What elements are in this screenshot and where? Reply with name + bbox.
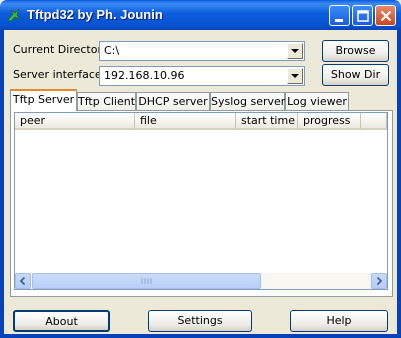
tab-syslog-server[interactable]: Syslog server — [210, 92, 285, 110]
settings-button[interactable]: Settings — [148, 310, 252, 332]
scroll-left-button[interactable] — [15, 273, 31, 289]
help-button[interactable]: Help — [290, 310, 388, 332]
chevron-down-icon — [291, 74, 299, 78]
maximize-button[interactable] — [352, 5, 373, 26]
column-header-peer[interactable]: peer — [15, 113, 135, 130]
minimize-icon — [335, 19, 343, 22]
close-button[interactable] — [375, 5, 396, 26]
horizontal-scrollbar[interactable] — [15, 273, 387, 289]
browse-button[interactable]: Browse — [322, 40, 389, 62]
app-icon — [6, 7, 22, 23]
window-title: Tftpd32 by Ph. Jounin — [27, 7, 163, 22]
settings-button-label: Settings — [177, 314, 223, 327]
help-button-label: Help — [326, 314, 352, 327]
server-interfaces-label: Server interfaces — [13, 68, 108, 81]
server-interfaces-value: 192.168.10.96 — [104, 69, 185, 82]
tab-log-viewer[interactable]: Log viewer — [285, 92, 349, 110]
window-frame-bottom — [0, 334, 401, 338]
current-directory-dropdown-button[interactable] — [287, 43, 303, 59]
current-directory-value: C:\ — [104, 44, 120, 57]
server-interfaces-dropdown-button[interactable] — [287, 68, 303, 84]
transfers-list[interactable]: peer file start time progress — [14, 112, 388, 290]
scroll-right-button[interactable] — [371, 273, 387, 289]
about-button-label: About — [45, 315, 78, 328]
tab-tftp-client[interactable]: Tftp Client — [77, 92, 136, 110]
minimize-button[interactable] — [329, 5, 350, 26]
chevron-left-icon — [19, 276, 26, 286]
grip-icon — [141, 278, 152, 284]
tab-dhcp-server[interactable]: DHCP server — [136, 92, 210, 110]
server-interfaces-combo[interactable]: 192.168.10.96 — [99, 66, 305, 86]
column-header-start-time[interactable]: start time — [236, 113, 298, 130]
column-header-file[interactable]: file — [135, 113, 236, 130]
scroll-thumb[interactable] — [32, 273, 261, 289]
show-dir-button[interactable]: Show Dir — [322, 64, 389, 86]
column-header-empty — [361, 113, 387, 130]
chevron-down-icon — [291, 49, 299, 53]
current-directory-label: Current Directory — [13, 43, 109, 56]
current-directory-combo[interactable]: C:\ — [99, 41, 305, 61]
chevron-right-icon — [376, 276, 383, 286]
about-button[interactable]: About — [13, 310, 110, 332]
window-frame-right — [397, 30, 401, 338]
column-header-progress[interactable]: progress — [298, 113, 361, 130]
close-icon — [380, 10, 392, 22]
window-frame-left — [0, 30, 4, 338]
maximize-icon — [357, 10, 369, 22]
tab-tftp-server[interactable]: Tftp Server — [10, 89, 77, 111]
